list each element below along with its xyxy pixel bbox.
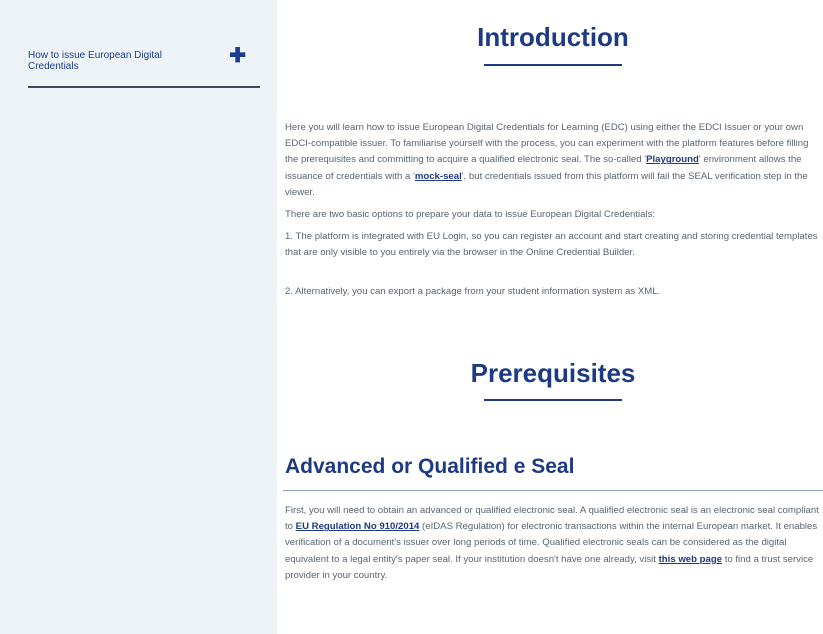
introduction-underline [484,64,622,66]
introduction-heading: Introduction [477,22,629,52]
eu-regulation-link[interactable]: EU Regulation No 910/2014 [296,521,420,532]
main-content: Introduction Here you will learn how to … [283,0,823,634]
introduction-paragraph-1: Here you will learn how to issue Europea… [285,120,821,201]
introduction-paragraph-3: 1. The platform is integrated with EU Lo… [285,231,818,259]
sidebar-item-how-to-issue[interactable]: How to issue European Digital Credential… [28,46,260,88]
eseal-paragraph: First, you will need to obtain an advanc… [285,503,821,584]
introduction-paragraph-4: 2. Alternatively, you can export a packa… [285,286,661,297]
prerequisites-underline [484,399,622,401]
plus-icon[interactable]: ✚ [229,46,246,66]
prerequisites-heading: Prerequisites [470,358,636,388]
eseal-heading: Advanced or Qualified e Seal [285,455,575,478]
eseal-rule [283,490,823,491]
sidebar-item-label: How to issue European Digital Credential… [28,50,162,72]
sidebar: How to issue European Digital Credential… [0,0,277,634]
playground-link[interactable]: Playground [646,154,699,165]
introduction-paragraph-2: There are two basic options to prepare y… [285,209,656,220]
mock-seal-link[interactable]: mock-seal [415,171,462,182]
this-web-page-link[interactable]: this web page [659,554,722,565]
